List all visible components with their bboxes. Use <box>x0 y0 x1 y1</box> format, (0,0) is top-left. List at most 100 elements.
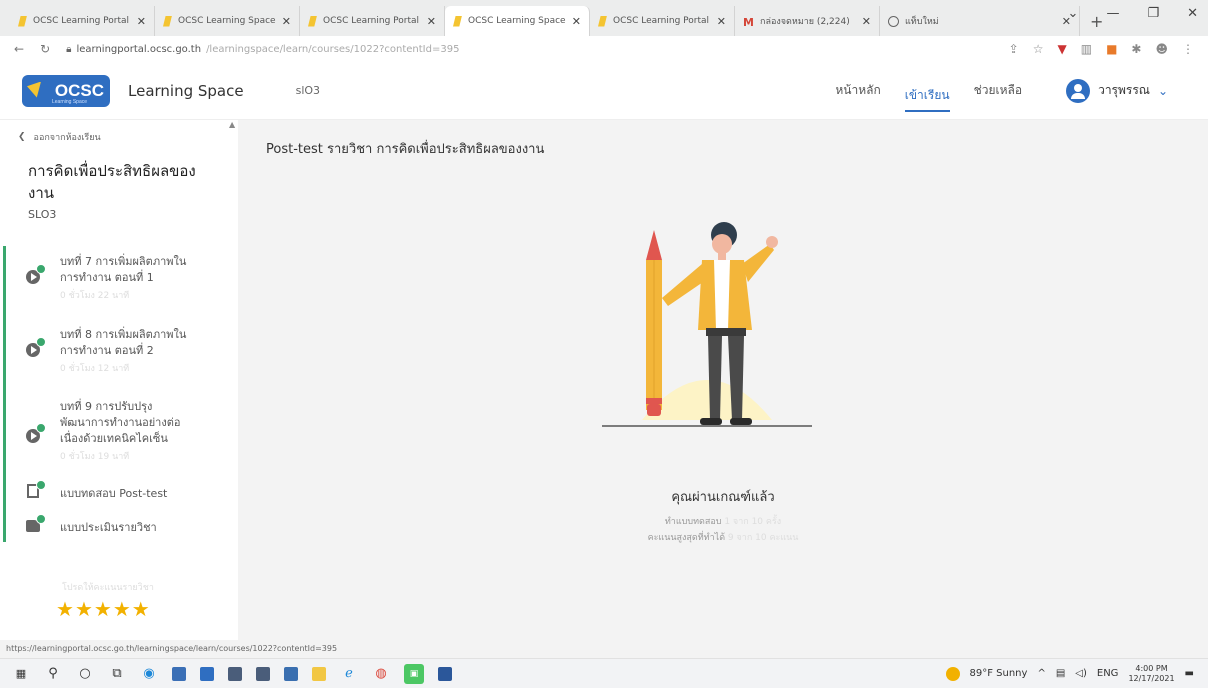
browser-tab[interactable]: OCSC Learning Portal ✕ <box>590 6 735 36</box>
clock[interactable]: 4:00 PM 12/17/2021 <box>1128 664 1174 684</box>
chrome-icon[interactable]: ◍ <box>372 665 390 683</box>
close-icon[interactable]: ✕ <box>427 15 436 28</box>
site-title: Learning Space <box>128 81 244 100</box>
extension-icon[interactable]: ▥ <box>1081 42 1092 56</box>
store-icon[interactable] <box>172 666 186 681</box>
browser-tab[interactable]: OCSC Learning Portal ✕ <box>10 6 155 36</box>
lesson-item[interactable]: บทที่ 7 การเพิ่มผลิตภาพในการทำงาน ตอนที่… <box>26 254 200 302</box>
search-icon[interactable]: ⚲ <box>44 665 62 683</box>
reload-icon[interactable]: ↻ <box>40 42 50 56</box>
user-menu[interactable]: วารุพรรณ ⌄ <box>1066 78 1168 103</box>
chevron-left-icon: ❮ <box>18 132 26 142</box>
share-icon[interactable]: ⇪ <box>1009 42 1019 56</box>
browser-tab[interactable]: OCSC Learning Space ✕ <box>155 6 300 36</box>
line-app-icon[interactable]: ▣ <box>404 663 424 684</box>
scroll-up-icon[interactable]: ▲ <box>229 120 235 129</box>
rating-label: โปรดให้คะแนนรายวิชา <box>62 583 154 593</box>
nav-help[interactable]: ช่วยเหลือ <box>974 62 1023 120</box>
minimize-icon[interactable]: — <box>1106 6 1119 21</box>
close-icon[interactable]: ✕ <box>717 15 726 28</box>
mail-icon[interactable] <box>200 666 214 681</box>
best-score-line: คะแนนสูงสุดที่ทำได้ 9 จาก 10 คะแนน <box>647 533 799 543</box>
attempts-line: ทำแบบทดสอบ 1 จาก 10 ครั้ง <box>664 517 782 527</box>
rating-stars[interactable]: ★★★★★ <box>56 597 151 621</box>
check-icon <box>36 480 46 490</box>
check-icon <box>36 514 46 524</box>
check-icon <box>36 423 46 433</box>
main-content: Post-test รายวิชา การคิดเพื่อประสิทธิผลข… <box>238 120 1208 640</box>
gmail-icon: M <box>743 15 754 29</box>
app-icon[interactable] <box>228 666 242 681</box>
close-icon[interactable]: ✕ <box>862 15 871 28</box>
extension-icon[interactable]: ▼ <box>1058 42 1067 56</box>
nav-home[interactable]: หน้าหลัก <box>835 62 880 120</box>
weather-text[interactable]: 89°F Sunny <box>970 668 1028 679</box>
exit-classroom-link[interactable]: ❮ ออกจากห้องเรียน <box>18 130 101 144</box>
person-with-pencil-illustration <box>602 222 812 427</box>
avatar <box>1066 78 1091 103</box>
check-icon <box>36 337 46 347</box>
progress-indicator <box>3 246 6 542</box>
ocsc-favicon <box>18 15 27 27</box>
back-arrow-icon[interactable]: ← <box>14 42 24 56</box>
task-view-icon[interactable]: ⧉ <box>108 665 126 683</box>
lesson-item[interactable]: บทที่ 8 การเพิ่มผลิตภาพในการทำงาน ตอนที่… <box>26 327 200 375</box>
star-icon[interactable]: ★ <box>56 597 75 621</box>
close-icon[interactable]: ✕ <box>572 15 581 28</box>
maximize-icon[interactable]: ❐ <box>1147 6 1159 21</box>
star-icon[interactable]: ★ <box>94 597 113 621</box>
lock-icon: 🔒︎ <box>66 43 72 55</box>
close-window-icon[interactable]: ✕ <box>1187 6 1198 21</box>
system-tray: 89°F Sunny ^ ▤ ◁) ENG 4:00 PM 12/17/2021… <box>945 664 1208 684</box>
network-icon[interactable]: ▤ <box>1056 668 1065 679</box>
close-icon[interactable]: ✕ <box>137 15 146 28</box>
ocsc-favicon <box>453 15 462 27</box>
app-icon[interactable] <box>256 666 270 681</box>
file-explorer-icon[interactable] <box>312 666 326 681</box>
main-nav: หน้าหลัก เข้าเรียน ช่วยเหลือ วารุพรรณ ⌄ <box>835 62 1168 120</box>
browser-tab[interactable]: OCSC Learning Portal ✕ <box>300 6 445 36</box>
star-icon[interactable]: ★ <box>132 597 151 621</box>
lesson-item-evaluation[interactable]: แบบประเมินรายวิชา <box>26 514 200 536</box>
extensions-puzzle-icon[interactable]: ✱ <box>1131 42 1141 56</box>
app-icon[interactable] <box>284 666 298 681</box>
windows-taskbar: ▦ ⚲ ○ ⧉ ◉ ℯ ◍ ▣ 89°F Sunny ^ ▤ ◁) ENG 4:… <box>0 658 1208 688</box>
weather-sun-icon <box>945 666 960 681</box>
header-course-code: slO3 <box>295 84 321 97</box>
site-header: OCSC Learning Space Learning Space slO3 … <box>0 62 1208 120</box>
star-icon[interactable]: ★ <box>75 597 94 621</box>
browser-tab[interactable]: M กล่องจดหมาย (2,224) ✕ <box>735 6 880 36</box>
browser-tab-active[interactable]: OCSC Learning Space ✕ <box>445 6 590 36</box>
course-sidebar: ▲ ❮ ออกจากห้องเรียน การคิดเพื่อประสิทธิผ… <box>0 120 238 640</box>
ocsc-logo[interactable]: OCSC Learning Space <box>22 74 110 107</box>
windows-start-icon[interactable]: ▦ <box>12 665 30 683</box>
chevron-down-icon[interactable]: ⌄ <box>1068 6 1079 21</box>
menu-dots-icon[interactable]: ⋮ <box>1182 42 1194 56</box>
ocsc-favicon <box>163 15 172 27</box>
close-icon[interactable]: ✕ <box>282 15 291 28</box>
browser-tab[interactable]: แท็บใหม่ ✕ <box>880 6 1080 36</box>
check-icon <box>36 264 46 274</box>
bookmark-star-icon[interactable]: ☆ <box>1033 42 1044 56</box>
window-controls: ⌄ — ❐ ✕ <box>1068 6 1198 21</box>
edge-icon[interactable]: ◉ <box>140 665 158 683</box>
extension-icon[interactable]: ■ <box>1106 42 1117 56</box>
tray-chevron-up-icon[interactable]: ^ <box>1037 668 1045 679</box>
url-field[interactable]: 🔒︎ learningportal.ocsc.go.th/learningspa… <box>66 44 459 55</box>
volume-icon[interactable]: ◁) <box>1075 668 1087 679</box>
nav-learn[interactable]: เข้าเรียน <box>904 82 950 112</box>
logo-mark-icon <box>27 81 41 98</box>
profile-icon[interactable]: ☻ <box>1155 42 1168 56</box>
language-indicator[interactable]: ENG <box>1097 668 1119 679</box>
result-title: คุณผ่านเกณฑ์แล้ว <box>671 490 775 505</box>
star-icon[interactable]: ★ <box>113 597 132 621</box>
lesson-item[interactable]: บทที่ 9 การปรับปรุงพัฒนาการทำงานอย่างต่อ… <box>26 399 200 463</box>
notification-icon[interactable]: ▬ <box>1185 668 1194 679</box>
ocsc-favicon <box>308 15 317 27</box>
word-icon[interactable] <box>438 666 452 681</box>
ie-icon[interactable]: ℯ <box>340 665 358 683</box>
lesson-item-post-test[interactable]: แบบทดสอบ Post-test <box>26 480 200 502</box>
browser-toolbar-icons: ⇪ ☆ ▼ ▥ ■ ✱ ☻ ⋮ <box>1009 42 1194 56</box>
chevron-down-icon: ⌄ <box>1157 83 1168 98</box>
cortana-icon[interactable]: ○ <box>76 665 94 683</box>
